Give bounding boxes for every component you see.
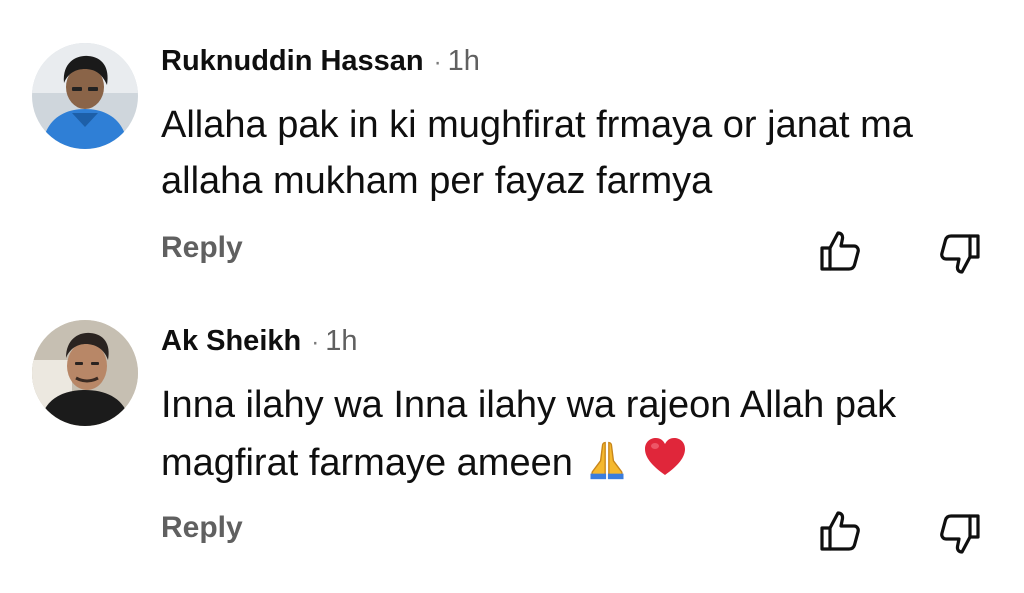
avatar[interactable] (32, 43, 138, 149)
timestamp: 1h (325, 325, 358, 357)
author-name[interactable]: Ak Sheikh (161, 325, 301, 357)
thumbs-down-icon (940, 514, 980, 554)
separator: · (433, 49, 442, 76)
comment-text-content: Inna ilahy wa Inna ilahy wa rajeon Allah… (161, 384, 897, 484)
comment-text: Inna ilahy wa Inna ilahy wa rajeon Allah… (161, 377, 1001, 497)
thumbs-up-icon (820, 231, 860, 271)
timestamp: 1h (447, 45, 480, 77)
like-button[interactable] (816, 227, 864, 275)
dislike-button[interactable] (936, 230, 984, 278)
comment-text: Allaha pak in ki mughfirat frmaya or jan… (161, 104, 913, 202)
dislike-button[interactable] (936, 510, 984, 558)
author-line: Ruknuddin Hassan · 1h (161, 45, 480, 78)
author-line: Ak Sheikh · 1h (161, 325, 357, 358)
reply-button[interactable]: Reply (161, 511, 243, 545)
red-heart-emoji (641, 433, 689, 497)
reply-button[interactable]: Reply (161, 231, 243, 265)
thumbs-up-icon (820, 511, 860, 551)
thumbs-down-icon (940, 234, 980, 274)
comment-item: Ruknuddin Hassan · 1h Allaha pak in ki mug… (0, 0, 1024, 290)
author-name[interactable]: Ruknuddin Hassan (161, 45, 424, 77)
like-button[interactable] (816, 507, 864, 555)
folded-hands-emoji (585, 437, 629, 497)
separator: · (311, 329, 320, 356)
comment-item: Ak Sheikh · 1h Inna ilahy wa Inna ilahy wa… (0, 280, 1024, 570)
avatar[interactable] (32, 320, 138, 426)
